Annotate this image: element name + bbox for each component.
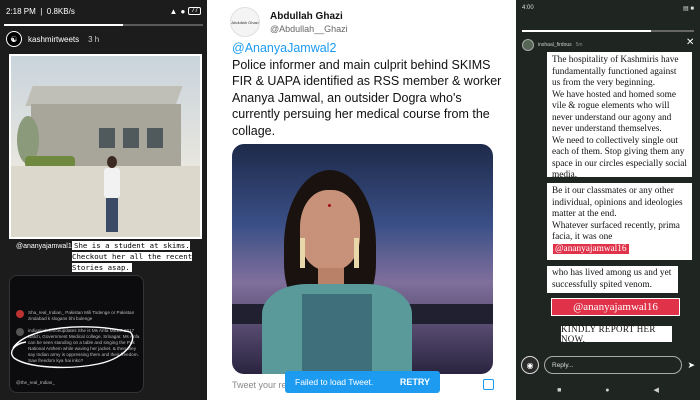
status-bar: 2:18 PM | 0.8KB/s ▲ ● 77 bbox=[0, 0, 207, 22]
status-time: 2:18 PM bbox=[6, 6, 36, 16]
right-story-panel: 4:00 ▤ ■ inshaal_firdous 5m ✕ The hospit… bbox=[516, 0, 700, 400]
text-paragraph: The hospitality of Kashmiris have fundam… bbox=[552, 55, 679, 88]
photo-window bbox=[99, 128, 115, 148]
story-caption: She is a student at skims. Checkout her … bbox=[72, 240, 204, 273]
close-icon[interactable]: ✕ bbox=[686, 37, 694, 48]
back-icon[interactable]: ◀ bbox=[654, 386, 659, 394]
story-progress-fill bbox=[522, 30, 651, 32]
tweet-body: @AnanyaJamwal2 Police informer and main … bbox=[232, 40, 502, 139]
tweet-photo[interactable] bbox=[232, 144, 493, 374]
status-separator: | bbox=[38, 6, 45, 16]
embedded-comment: @the_real_Indian_ bbox=[16, 380, 132, 386]
photo-building-roof bbox=[25, 86, 183, 106]
send-icon[interactable]: ➤ bbox=[687, 360, 695, 371]
photo-earring bbox=[354, 238, 359, 268]
tweet-author-name[interactable]: Abdullah Ghazi bbox=[270, 11, 348, 22]
camera-icon[interactable] bbox=[483, 379, 494, 390]
tweet-author[interactable]: Abdullah Ghazi Abdullah Ghazi @Abdullah_… bbox=[230, 7, 348, 37]
toast-message: Failed to load Tweet. bbox=[295, 377, 374, 387]
photo-person-body bbox=[104, 168, 120, 198]
photo-bindi bbox=[328, 204, 331, 207]
reply-input[interactable]: Reply... bbox=[544, 356, 683, 374]
battery-level: 77 bbox=[191, 8, 198, 14]
android-nav-bar: ■ ● ◀ bbox=[516, 380, 700, 400]
story-header[interactable]: ☯ kashmirtweets 3 h bbox=[6, 31, 99, 47]
recent-apps-icon[interactable]: ■ bbox=[557, 387, 561, 394]
story-header[interactable]: inshaal_firdous 5m bbox=[522, 39, 583, 51]
photo-window bbox=[147, 128, 163, 148]
photo-handle-tag[interactable]: @ananyajamwal16 bbox=[16, 243, 76, 250]
home-icon[interactable]: ● bbox=[605, 387, 609, 394]
text-paragraph: Whatever surfaced recently, prima facia,… bbox=[552, 221, 687, 256]
embedded-comment-text: @the_real_Indian_ bbox=[16, 380, 55, 385]
text-paragraph: We have hosted and homed some vile & rog… bbox=[552, 89, 676, 135]
story-progress-bar bbox=[522, 30, 694, 32]
status-time: 4:00 bbox=[522, 5, 534, 11]
error-toast: Failed to load Tweet. RETRY bbox=[285, 371, 440, 393]
story-time-ago: 3 h bbox=[88, 34, 100, 44]
tweet-panel: Abdullah Ghazi Abdullah Ghazi @Abdullah_… bbox=[210, 0, 516, 400]
avatar-text: Abdullah Ghazi bbox=[231, 19, 259, 25]
story-reply-bar: ◉ Reply... ➤ bbox=[521, 355, 695, 375]
status-bar: 4:00 ▤ ■ bbox=[516, 0, 700, 16]
story-account-name[interactable]: kashmirtweets bbox=[28, 35, 79, 44]
avatar[interactable]: Abdullah Ghazi bbox=[230, 7, 260, 37]
mention-sticker[interactable]: @ananyajamwal16 bbox=[551, 298, 680, 316]
left-story-panel: 2:18 PM | 0.8KB/s ▲ ● 77 ☯ kashmirtweets… bbox=[0, 0, 207, 400]
photo-person-head bbox=[107, 156, 117, 168]
camera-icon[interactable]: ◉ bbox=[521, 356, 539, 374]
text-card: The hospitality of Kashmiris have fundam… bbox=[547, 52, 692, 180]
wifi-icon: ● bbox=[180, 6, 186, 16]
highlight-scribble bbox=[10, 326, 134, 369]
screenshot-collage: 2:18 PM | 0.8KB/s ▲ ● 77 ☯ kashmirtweets… bbox=[0, 0, 700, 400]
retry-button[interactable]: RETRY bbox=[400, 377, 430, 387]
text-card: Be it our classmates or any other indivi… bbox=[547, 183, 692, 260]
signal-icon: ▲ bbox=[169, 6, 178, 16]
tweet-author-handle[interactable]: @Abdullah__Ghazi bbox=[270, 24, 348, 34]
story-photo bbox=[9, 54, 202, 239]
avatar bbox=[16, 310, 24, 318]
text-card: who has lived among us and yet successfu… bbox=[547, 266, 678, 293]
text-paragraph: Be it our classmates or any other indivi… bbox=[552, 186, 683, 219]
status-speed: 0.8KB/s bbox=[46, 6, 75, 16]
tweet-mention-link[interactable]: @AnanyaJamwal2 bbox=[232, 40, 502, 57]
story-time-ago: 5m bbox=[575, 42, 583, 48]
status-time-speed: 2:18 PM | 0.8KB/s bbox=[6, 7, 75, 16]
story-caption-text: She is a student at skims. Checkout her … bbox=[72, 241, 193, 272]
tweet-text: Police informer and main culprit behind … bbox=[232, 57, 502, 138]
photo-face bbox=[300, 190, 360, 270]
photo-person-legs bbox=[106, 198, 118, 232]
avatar[interactable] bbox=[522, 39, 534, 51]
story-account-name[interactable]: inshaal_firdous bbox=[538, 42, 572, 48]
photo-earring bbox=[300, 238, 305, 268]
photo-window bbox=[123, 128, 139, 148]
text-paragraph-lead: Whatever surfaced recently, prima facia,… bbox=[552, 220, 680, 243]
photo-dress-detail bbox=[302, 294, 372, 374]
story-progress-bar bbox=[4, 24, 203, 26]
battery-icon: 77 bbox=[188, 7, 201, 15]
report-text: KINDLY REPORT HER NOW. bbox=[561, 324, 672, 344]
status-icons: ▤ ■ bbox=[683, 5, 694, 12]
mention-tag[interactable]: @ananyajamwal16 bbox=[552, 242, 630, 255]
status-icons: ▲ ● 77 bbox=[170, 7, 201, 16]
text-paragraph: We need to collectively single out each … bbox=[552, 135, 688, 181]
story-progress-fill bbox=[4, 24, 124, 26]
avatar[interactable]: ☯ bbox=[6, 31, 22, 47]
